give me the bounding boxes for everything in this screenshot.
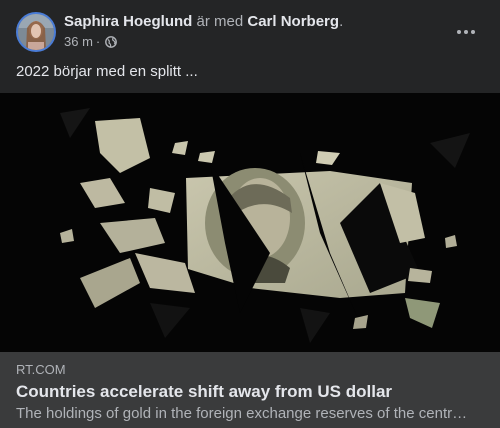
post-meta: 36 m · — [64, 34, 118, 50]
facebook-post: Saphira Hoeglund är med Carl Norberg. 36… — [0, 0, 500, 428]
more-options-button[interactable] — [448, 18, 484, 46]
globe-icon[interactable] — [105, 36, 118, 48]
post-text: 2022 börjar med en splitt ... — [16, 63, 198, 80]
meta-separator: · — [95, 34, 101, 49]
link-preview[interactable]: RT.COM Countries accelerate shift away f… — [0, 352, 500, 428]
more-dots-icon — [457, 30, 461, 34]
link-image[interactable] — [0, 93, 500, 352]
tagged-name[interactable]: Carl Norberg — [247, 13, 339, 30]
author-line: Saphira Hoeglund är med Carl Norberg. — [64, 12, 343, 32]
author-avatar[interactable] — [16, 12, 56, 52]
with-text: är med — [196, 13, 244, 30]
link-title[interactable]: Countries accelerate shift away from US … — [16, 381, 392, 403]
author-name[interactable]: Saphira Hoeglund — [64, 13, 192, 30]
shattered-dollar-image — [0, 93, 500, 352]
post-timestamp[interactable]: 36 m — [64, 34, 93, 50]
period: . — [339, 13, 344, 30]
link-description: The holdings of gold in the foreign exch… — [16, 405, 468, 422]
link-domain: RT.COM — [16, 362, 66, 377]
post-header: Saphira Hoeglund är med Carl Norberg. 36… — [0, 0, 500, 58]
